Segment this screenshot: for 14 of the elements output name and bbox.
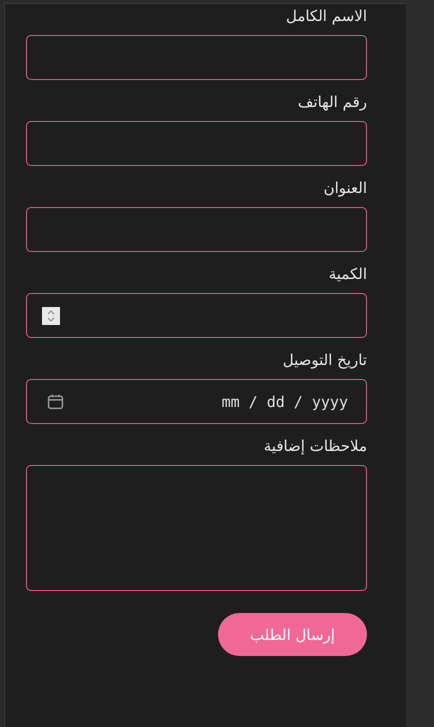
field-label: الكمية xyxy=(328,264,367,284)
spinner-icon[interactable] xyxy=(42,306,60,324)
field-label: رقم الهاتف xyxy=(298,92,367,112)
date-field[interactable]: mm / dd / yyyy xyxy=(26,379,367,424)
field-label: تاريخ التوصيل xyxy=(282,350,367,370)
input-field[interactable] xyxy=(26,121,367,166)
field-label: العنوان xyxy=(324,178,367,198)
input-field[interactable] xyxy=(26,35,367,80)
textarea-field[interactable] xyxy=(26,465,367,591)
calendar-icon[interactable] xyxy=(47,393,64,410)
field-label: الاسم الكامل xyxy=(286,6,367,26)
number-field[interactable] xyxy=(26,293,367,338)
field-label: ملاحظات إضافية xyxy=(264,436,367,456)
input-field[interactable] xyxy=(26,207,367,252)
